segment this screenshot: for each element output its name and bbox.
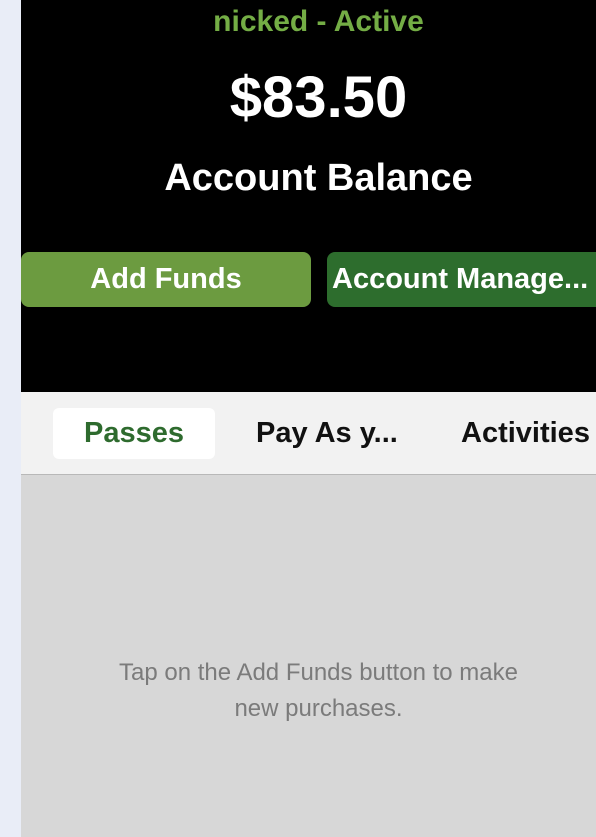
app-screen: nicked - Active $83.50 Account Balance A… (21, 0, 596, 837)
empty-state-line-1: Tap on the Add Funds button to make (119, 659, 518, 686)
account-manage-label: Account Manage... (332, 263, 589, 295)
segment-tabs: Passes Pay As y... Activities (21, 392, 596, 475)
account-status: nicked - Active (213, 5, 424, 38)
account-balance-label: Account Balance (164, 157, 473, 199)
account-manage-button[interactable]: Account Manage... (327, 252, 596, 307)
tab-pay-as-you-go[interactable]: Pay As y... (256, 408, 398, 459)
tab-passes[interactable]: Passes (53, 408, 215, 459)
account-header: nicked - Active $83.50 Account Balance A… (21, 0, 596, 392)
left-gutter (0, 0, 21, 837)
tab-activities[interactable]: Activities (461, 408, 590, 459)
empty-state-line-2: new purchases. (234, 695, 403, 722)
add-funds-label: Add Funds (90, 263, 242, 295)
empty-state-message: Tap on the Add Funds button to make new … (21, 655, 596, 727)
tab-pay-label: Pay As y... (256, 417, 398, 449)
account-balance-amount: $83.50 (229, 65, 408, 130)
add-funds-button[interactable]: Add Funds (21, 252, 311, 307)
tab-passes-label: Passes (84, 417, 184, 449)
tab-activities-label: Activities (461, 417, 590, 449)
